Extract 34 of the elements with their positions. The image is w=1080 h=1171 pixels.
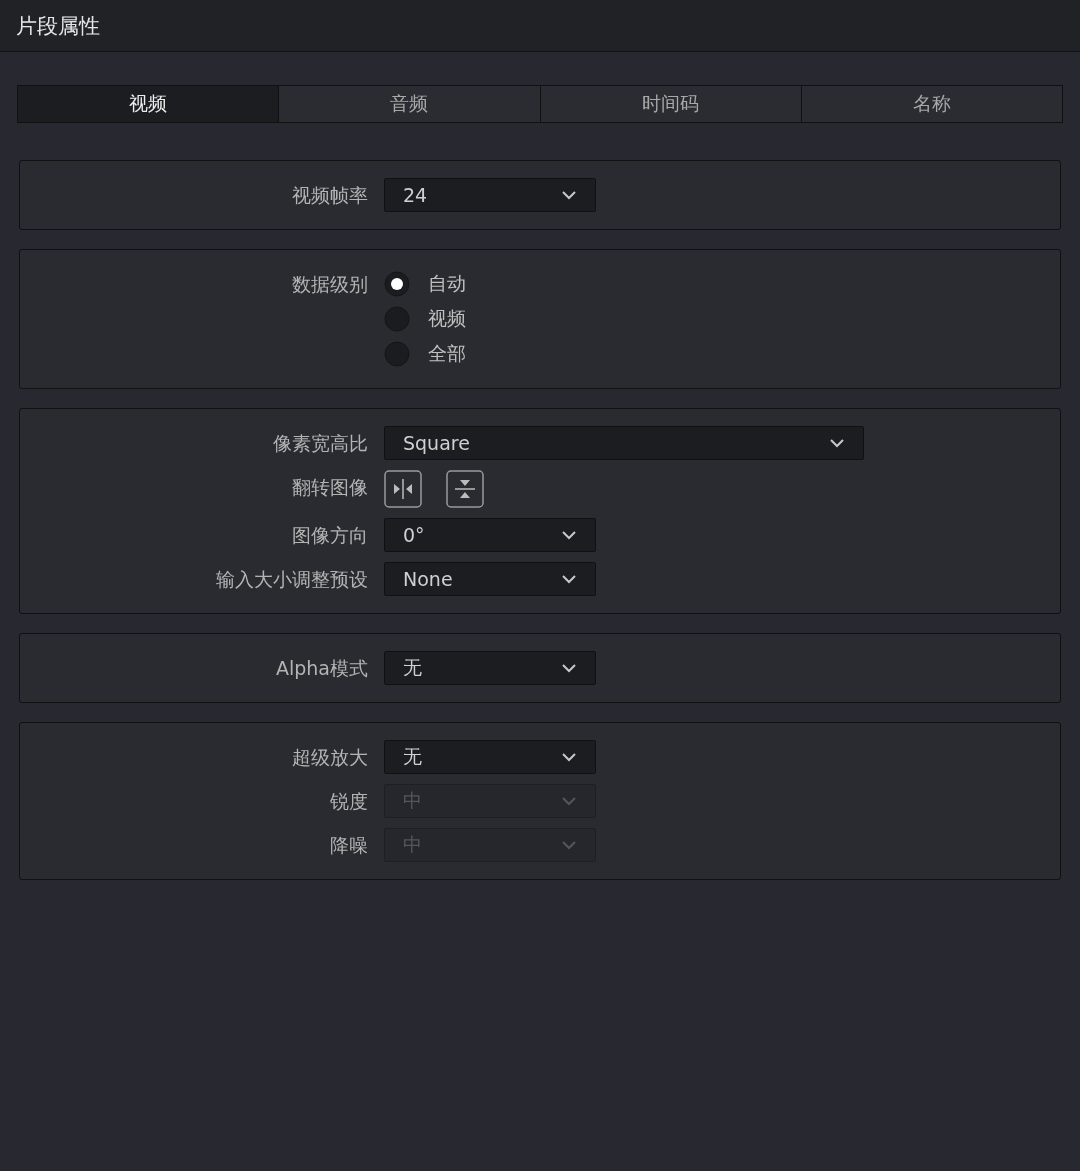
field-label: 视频帧率 — [291, 183, 368, 208]
radio-option[interactable]: 全部 — [384, 337, 466, 371]
field-label: 降噪 — [329, 833, 368, 858]
field-label: 翻转图像 — [291, 475, 368, 500]
tab[interactable]: 视频 — [18, 86, 280, 122]
field-label: 输入大小调整预设 — [215, 567, 368, 592]
radio-option[interactable]: 自动 — [384, 267, 466, 301]
field-label: 数据级别 — [291, 272, 368, 297]
flip-vertical-button[interactable] — [446, 470, 484, 508]
chevron-down-icon — [561, 574, 577, 584]
dropdown[interactable]: Square — [384, 426, 864, 460]
radio-option[interactable]: 视频 — [384, 302, 466, 336]
chevron-down-icon — [561, 663, 577, 673]
dropdown[interactable]: 无 — [384, 740, 596, 774]
radio-button[interactable] — [384, 306, 410, 332]
chevron-down-icon — [561, 796, 577, 806]
field-label: 超级放大 — [291, 745, 368, 770]
flip-horizontal-button[interactable] — [384, 470, 422, 508]
field-label: 像素宽高比 — [272, 431, 368, 456]
dropdown[interactable]: 无 — [384, 651, 596, 685]
field-label: 锐度 — [329, 789, 368, 814]
chevron-down-icon — [561, 190, 577, 200]
chevron-down-icon — [561, 752, 577, 762]
radio-button[interactable] — [384, 271, 410, 297]
field-label: Alpha模式 — [274, 656, 368, 681]
chevron-down-icon — [561, 530, 577, 540]
field-label: 图像方向 — [291, 523, 368, 548]
dropdown[interactable]: 24 — [384, 178, 596, 212]
dropdown[interactable]: None — [384, 562, 596, 596]
window-title: 片段属性 — [16, 12, 100, 40]
radio-button[interactable] — [384, 341, 410, 367]
dropdown[interactable]: 0° — [384, 518, 596, 552]
chevron-down-icon — [829, 438, 845, 448]
chevron-down-icon — [561, 840, 577, 850]
